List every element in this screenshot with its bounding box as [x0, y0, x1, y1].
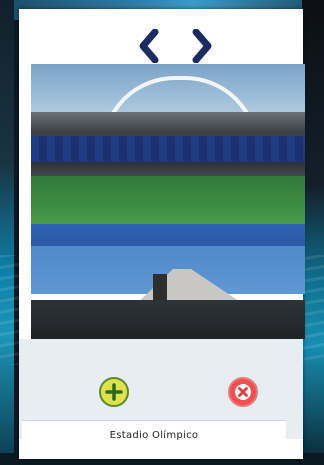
- photo-track: [31, 224, 305, 246]
- remove-button[interactable]: [228, 377, 258, 407]
- chevron-left-icon: [139, 28, 159, 64]
- stadium-photo: [31, 64, 305, 339]
- add-button[interactable]: [99, 377, 129, 407]
- chevron-right-icon: [192, 28, 212, 64]
- previous-button[interactable]: [137, 28, 161, 64]
- background-left: [0, 0, 14, 465]
- photo-ground: [31, 300, 305, 339]
- location-name-label: Estadio Olímpico: [22, 420, 286, 449]
- plus-icon: [105, 383, 123, 401]
- next-button[interactable]: [190, 28, 214, 64]
- location-card: [19, 9, 305, 459]
- photo-pitch: [31, 176, 305, 224]
- close-icon: [235, 384, 251, 400]
- background-right: [302, 0, 324, 465]
